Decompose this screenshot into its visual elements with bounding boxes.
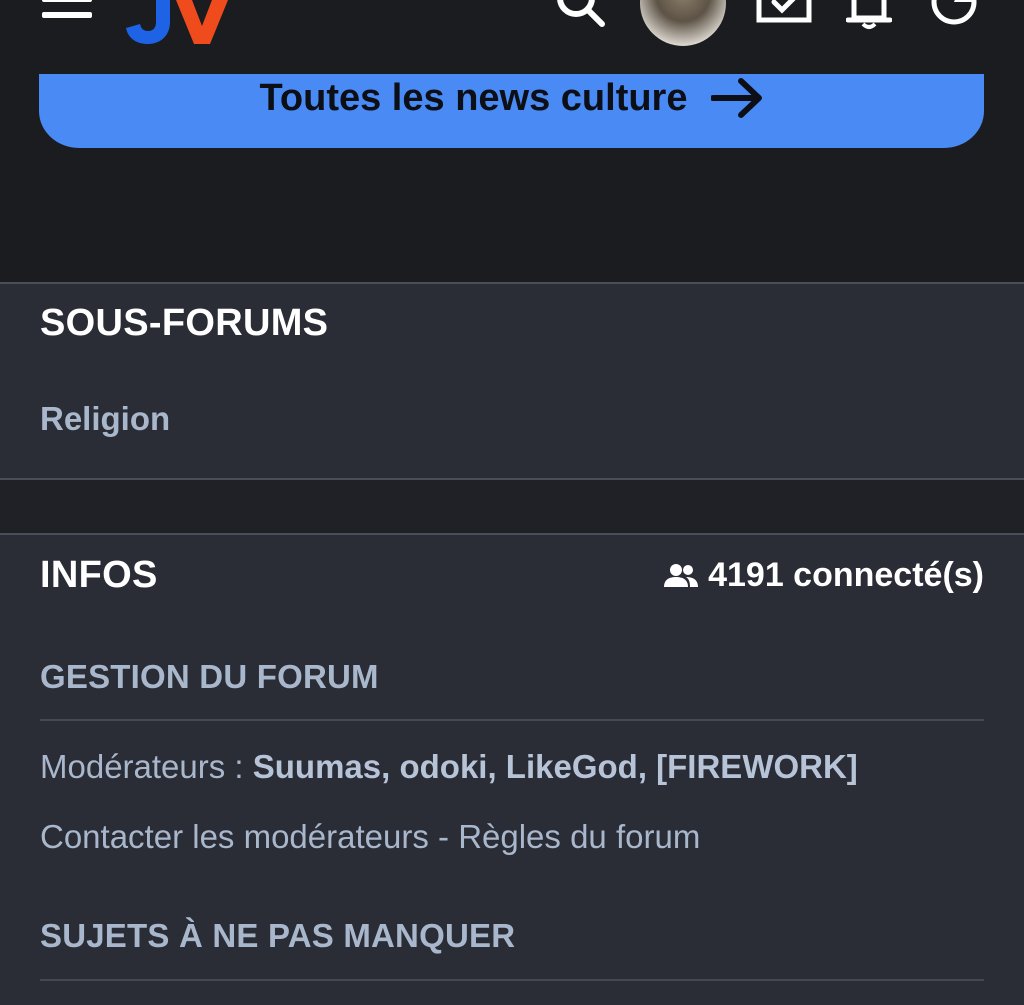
all-culture-news-button[interactable]: Toutes les news culture — [39, 74, 984, 148]
theme-icon[interactable] — [930, 0, 978, 28]
must-read-topics-heading: SUJETS À NE PAS MANQUER — [40, 917, 516, 954]
forum-management-heading: GESTION DU FORUM — [40, 658, 379, 695]
subforums-title: SOUS-FORUMS — [40, 302, 329, 344]
moderators-label: Modérateurs : — [40, 748, 253, 785]
users-icon — [664, 563, 699, 587]
arrow-right-icon — [711, 78, 763, 118]
notifications-icon[interactable] — [846, 0, 892, 30]
section-separator — [0, 533, 1024, 535]
link-separator: - — [428, 818, 459, 855]
menu-icon[interactable] — [42, 0, 92, 20]
section-separator — [0, 282, 1024, 284]
online-count: 4191 connecté(s) — [664, 556, 984, 595]
top-header — [0, 0, 1024, 70]
section-gap — [0, 480, 1024, 534]
site-logo[interactable] — [126, 0, 228, 44]
online-count-text: 4191 connecté(s) — [708, 556, 984, 594]
forum-links-line: Contacter les modérateurs - Règles du fo… — [40, 818, 700, 856]
divider — [40, 979, 984, 981]
moderators-line: Modérateurs : Suumas, odoki, LikeGod, [F… — [40, 748, 858, 786]
forum-rules-link[interactable]: Règles du forum — [458, 818, 700, 855]
search-icon[interactable] — [556, 0, 608, 28]
user-avatar[interactable] — [640, 0, 726, 46]
divider — [40, 719, 984, 721]
subforum-link-religion[interactable]: Religion — [40, 400, 170, 438]
moderators-list[interactable]: Suumas, odoki, LikeGod, [FIREWORK] — [253, 748, 858, 785]
hero-area: Toutes les news culture — [0, 70, 1024, 282]
contact-moderators-link[interactable]: Contacter les modérateurs — [40, 818, 429, 855]
messages-icon[interactable] — [756, 0, 812, 24]
all-culture-news-label: Toutes les news culture — [259, 76, 688, 119]
infos-title: INFOS — [40, 554, 158, 596]
